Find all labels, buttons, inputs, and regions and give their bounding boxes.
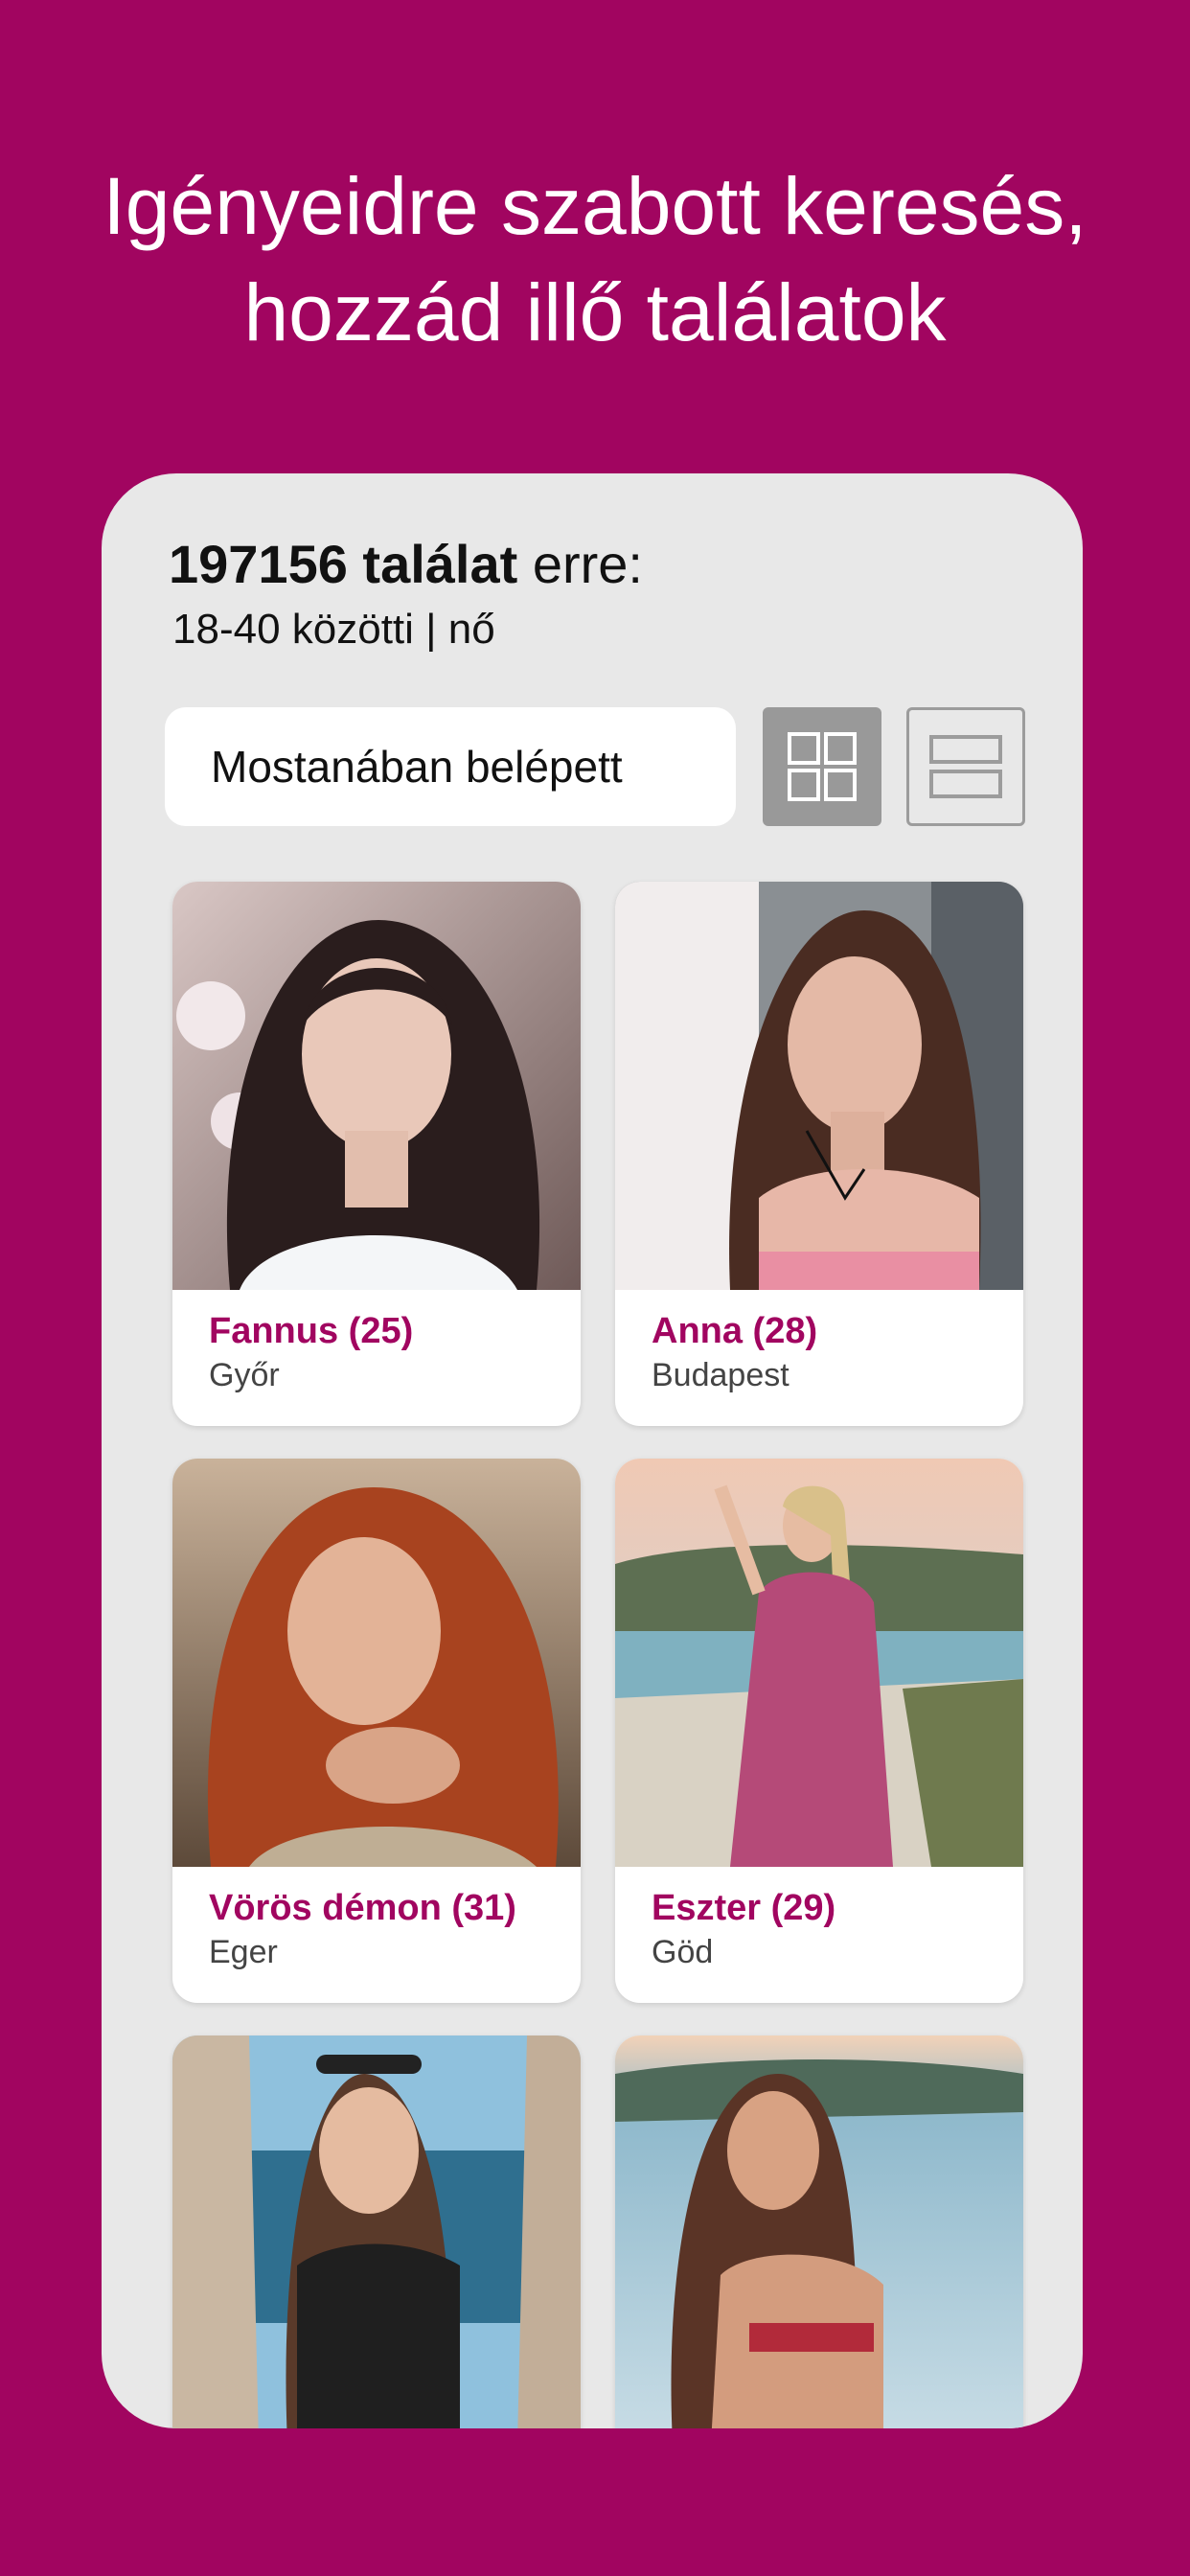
sort-dropdown-label: Mostanában belépett <box>211 742 623 792</box>
results-filter-summary: 18-40 közötti | nő <box>172 606 495 653</box>
profile-city: Eger <box>209 1934 278 1970</box>
sort-dropdown[interactable]: Mostanában belépett <box>165 707 736 826</box>
profile-photo <box>172 1459 581 1867</box>
results-count: 197156 találat <box>169 534 518 594</box>
profile-photo <box>172 2036 581 2428</box>
profile-photo <box>615 2036 1023 2428</box>
profile-name: Fannus (25) <box>209 1311 414 1351</box>
profile-card[interactable]: Vörös démon (31) Eger <box>172 1459 581 2003</box>
profile-photo <box>615 1459 1023 1867</box>
profile-city: Budapest <box>652 1357 790 1393</box>
results-heading: 197156 találat erre: <box>169 533 643 595</box>
grid-view-icon <box>788 732 857 801</box>
profile-card[interactable] <box>172 2036 581 2428</box>
headline: Igényeidre szabott keresés, hozzád illő … <box>0 153 1190 366</box>
list-view-button[interactable] <box>906 707 1025 826</box>
profile-card[interactable] <box>615 2036 1023 2428</box>
profile-name: Anna (28) <box>652 1311 818 1351</box>
profile-card[interactable]: Anna (28) Budapest <box>615 882 1023 1426</box>
profile-photo <box>615 882 1023 1290</box>
profile-name: Vörös démon (31) <box>209 1888 516 1928</box>
list-view-icon <box>929 735 1002 798</box>
profile-card[interactable]: Fannus (25) Győr <box>172 882 581 1426</box>
headline-line-1: Igényeidre szabott keresés, <box>103 161 1087 251</box>
profile-city: Göd <box>652 1934 714 1970</box>
app-screen: 197156 találat erre: 18-40 közötti | nő … <box>102 473 1083 2428</box>
profile-city: Győr <box>209 1357 280 1393</box>
profile-name: Eszter (29) <box>652 1888 836 1928</box>
grid-view-button[interactable] <box>763 707 881 826</box>
results-suffix: erre: <box>517 534 643 594</box>
profile-card[interactable]: Eszter (29) Göd <box>615 1459 1023 2003</box>
profile-photo <box>172 882 581 1290</box>
headline-line-2: hozzád illő találatok <box>243 266 947 357</box>
